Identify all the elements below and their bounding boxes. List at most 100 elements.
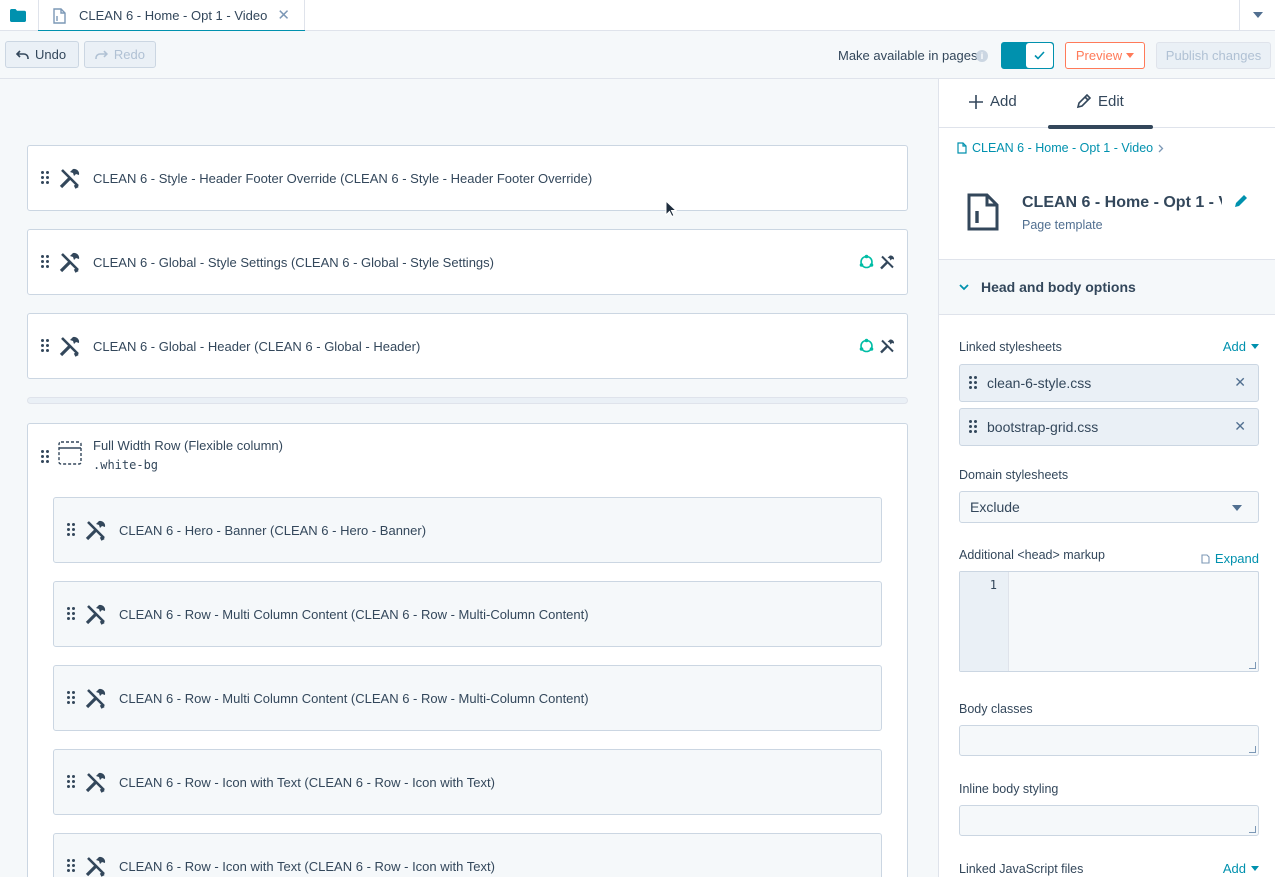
remove-icon[interactable]: ✕ [1234,374,1246,391]
tab-bar: CLEAN 6 - Home - Opt 1 - Video ✕ [0,0,1275,32]
module-global-header[interactable]: CLEAN 6 - Global - Header (CLEAN 6 - Glo… [27,313,908,379]
row-title: Full Width Row (Flexible column) [93,438,283,453]
global-sync-icon[interactable] [859,338,874,354]
select-value: Exclude [970,499,1020,515]
undo-button[interactable]: Undo [5,41,79,68]
global-sync-icon[interactable] [859,254,874,270]
file-icon [957,142,967,154]
section-title: Head and body options [981,279,1136,295]
redo-button[interactable]: Redo [84,41,156,68]
caret-down-icon [1251,866,1259,871]
drag-handle-icon[interactable] [41,255,49,269]
template-title: CLEAN 6 - Home - Opt 1 - Video [1022,194,1222,211]
breadcrumb[interactable]: CLEAN 6 - Home - Opt 1 - Video [957,141,1164,155]
tab-edit[interactable]: Edit [1076,93,1124,110]
close-icon[interactable]: ✕ [277,6,290,24]
remove-icon[interactable]: ✕ [1234,418,1246,435]
chevron-right-icon [1158,144,1164,152]
edit-title-pencil-icon[interactable] [1234,193,1249,208]
module-multi-column-content[interactable]: CLEAN 6 - Row - Multi Column Content (CL… [53,665,882,731]
tab-list-dropdown[interactable] [1239,0,1275,30]
tools-icon [83,601,109,627]
stylesheet-name: clean-6-style.css [987,375,1092,391]
drag-handle-icon[interactable] [67,775,75,789]
drag-handle-icon[interactable] [969,376,977,390]
publish-label: Publish changes [1165,48,1262,63]
tab-edit-label: Edit [1098,93,1124,110]
module-global-style-settings[interactable]: CLEAN 6 - Global - Style Settings (CLEAN… [27,229,908,295]
resize-handle-icon[interactable] [1249,826,1256,833]
redo-label: Redo [113,47,145,62]
tools-off-icon[interactable] [880,255,895,270]
module-multi-column-content[interactable]: CLEAN 6 - Row - Multi Column Content (CL… [53,581,882,647]
head-markup-editor[interactable]: 1 [959,571,1259,672]
drag-handle-icon[interactable] [41,339,49,353]
add-link-label: Add [1222,861,1246,876]
template-subtitle: Page template [1022,218,1103,232]
caret-down-icon [1126,53,1135,58]
drag-handle-icon[interactable] [41,171,49,185]
sidebar-panel: Add Edit CLEAN 6 - Home - Opt 1 - Video … [938,79,1275,877]
stylesheet-item[interactable]: clean-6-style.css ✕ [959,364,1259,402]
chevron-down-icon [959,283,969,290]
row-text: Full Width Row (Flexible column) .white-… [93,438,283,472]
row-header: Full Width Row (Flexible column) .white-… [28,438,283,472]
drag-handle-icon[interactable] [41,450,49,464]
expand-icon [1201,553,1210,564]
publish-button[interactable]: Publish changes [1156,42,1271,69]
head-body-options-toggle[interactable]: Head and body options [939,259,1275,315]
tools-icon [57,333,83,359]
expand-link[interactable]: Expand [1201,551,1259,566]
module-label: CLEAN 6 - Row - Icon with Text (CLEAN 6 … [119,774,495,790]
breadcrumb-label: CLEAN 6 - Home - Opt 1 - Video [972,141,1154,155]
full-width-row[interactable]: Full Width Row (Flexible column) .white-… [27,423,908,877]
module-label: CLEAN 6 - Row - Multi Column Content (CL… [119,606,589,622]
tools-icon [83,517,109,543]
redo-icon [95,49,108,59]
make-available-toggle[interactable] [1001,42,1054,69]
caret-down-icon [1251,344,1259,349]
row-layout-icon [57,440,83,466]
row-class-name: .white-bg [93,458,159,472]
add-js-link[interactable]: Add [1223,861,1259,876]
drop-zone-divider [27,397,908,404]
linked-js-label: Linked JavaScript files [959,862,1084,876]
drag-handle-icon[interactable] [67,523,75,537]
module-hero-banner[interactable]: CLEAN 6 - Hero - Banner (CLEAN 6 - Hero … [53,497,882,563]
module-icon-with-text[interactable]: CLEAN 6 - Row - Icon with Text (CLEAN 6 … [53,833,882,877]
stylesheet-name: bootstrap-grid.css [987,419,1099,435]
preview-label: Preview [1075,48,1123,63]
module-icon-with-text[interactable]: CLEAN 6 - Row - Icon with Text (CLEAN 6 … [53,749,882,815]
tab-label: CLEAN 6 - Home - Opt 1 - Video [79,8,268,23]
stylesheet-item[interactable]: bootstrap-grid.css ✕ [959,408,1259,446]
info-icon[interactable]: i [976,50,988,62]
resize-handle-icon[interactable] [1249,746,1256,753]
plus-icon [969,94,983,109]
tools-off-icon[interactable] [880,339,895,354]
line-number-gutter: 1 [960,572,1009,671]
chevron-down-icon [1252,12,1263,18]
add-stylesheet-link[interactable]: Add [1223,339,1259,354]
drag-handle-icon[interactable] [969,420,977,434]
pencil-icon [1076,94,1091,109]
undo-icon [16,49,29,59]
caret-down-icon [1232,505,1242,511]
resize-handle-icon[interactable] [1249,662,1256,669]
tools-icon [83,769,109,795]
drag-handle-icon[interactable] [67,691,75,705]
module-header-footer-override[interactable]: CLEAN 6 - Style - Header Footer Override… [27,145,908,211]
folder-button[interactable] [0,0,36,30]
domain-stylesheets-select[interactable]: Exclude [959,491,1259,523]
drag-handle-icon[interactable] [67,607,75,621]
tools-icon [83,853,109,877]
tab-active-template[interactable]: CLEAN 6 - Home - Opt 1 - Video ✕ [38,0,305,32]
drag-handle-icon[interactable] [67,859,75,873]
module-label: CLEAN 6 - Global - Header (CLEAN 6 - Glo… [93,338,421,354]
inline-body-styling-input[interactable] [959,805,1259,836]
preview-button[interactable]: Preview [1065,42,1145,69]
tab-add[interactable]: Add [969,93,1017,110]
body-classes-input[interactable] [959,725,1259,756]
module-label: CLEAN 6 - Global - Style Settings (CLEAN… [93,254,494,270]
head-markup-label: Additional <head> markup [959,548,1105,562]
folder-icon [10,8,26,22]
